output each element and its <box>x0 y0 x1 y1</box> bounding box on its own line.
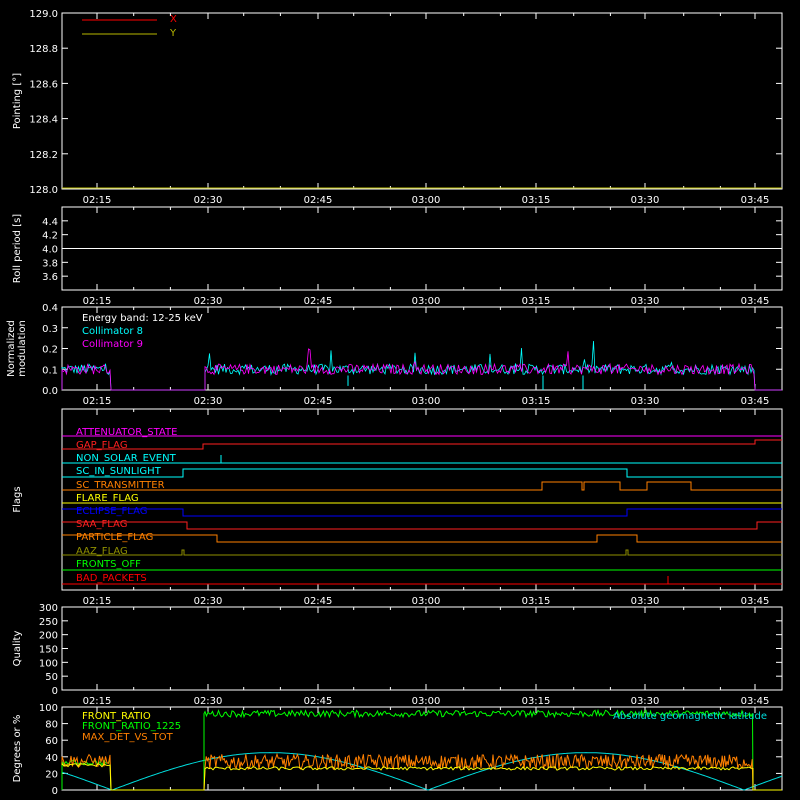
x-tick-label: 03:45 <box>741 696 770 707</box>
x-tick-label: 03:15 <box>522 195 551 206</box>
y-tick-label: 128.4 <box>29 115 58 126</box>
x-tick-label: 03:45 <box>741 195 770 206</box>
y-axis-label: Degrees or % <box>12 715 23 783</box>
y-tick-label: 4.0 <box>42 245 58 256</box>
flag-label-attenuator-state: ATTENUATOR_STATE <box>76 427 177 438</box>
flag-label-sc-in-sunlight: SC_IN_SUNLIGHT <box>76 466 162 477</box>
legend-max-det-vs-tot: MAX_DET_VS_TOT <box>82 732 174 743</box>
y-tick-label: 40 <box>45 753 58 764</box>
y-tick-label: 0 <box>52 686 58 697</box>
legend-collimator-8: Collimator 8 <box>82 326 143 337</box>
legend-y-label: Y <box>169 28 177 39</box>
x-tick-label: 02:15 <box>83 396 112 407</box>
y-tick-label: 20 <box>45 769 58 780</box>
energy-band-annotation: Energy band: 12-25 keV <box>82 313 203 324</box>
x-tick-label: 03:45 <box>741 396 770 407</box>
y-tick-label: 60 <box>45 736 58 747</box>
x-tick-label: 03:00 <box>412 696 441 707</box>
flag-label-fronts-off: FRONTS_OFF <box>76 559 141 570</box>
flag-label-flare-flag: FLARE_FLAG <box>76 493 139 504</box>
y-tick-label: 80 <box>45 720 58 731</box>
y-tick-label: 150 <box>39 645 58 656</box>
y-tick-label: 129.0 <box>29 9 58 20</box>
x-tick-label: 03:30 <box>631 596 660 607</box>
x-tick-label: 03:30 <box>631 296 660 307</box>
x-tick-label: 03:00 <box>412 396 441 407</box>
y-tick-label: 0 <box>52 786 58 797</box>
x-tick-label: 03:15 <box>522 296 551 307</box>
x-tick-label: 03:30 <box>631 195 660 206</box>
y-tick-label: 0.0 <box>42 386 58 397</box>
x-tick-label: 02:30 <box>194 296 223 307</box>
flag-label-non-solar-event: NON_SOLAR_EVENT <box>76 453 177 464</box>
y-axis-label-line-1: Normalized <box>6 320 17 377</box>
x-tick-label: 03:00 <box>412 195 441 206</box>
legend-x-label: X <box>170 14 177 25</box>
x-tick-label: 02:45 <box>304 596 333 607</box>
y-tick-label: 3.6 <box>42 272 58 283</box>
plot-canvas: 02:15 02:30 02:45 03:00 03:15 03:30 03:45 Point… <box>0 0 800 800</box>
x-tick-label: 03:45 <box>741 596 770 607</box>
x-tick-label: 02:45 <box>304 696 333 707</box>
y-tick-label: 3.8 <box>42 258 58 269</box>
x-tick-label: 02:15 <box>83 596 112 607</box>
x-tick-label: 02:45 <box>304 396 333 407</box>
x-tick-label: 03:00 <box>412 596 441 607</box>
y-axis-label: Flags <box>12 486 23 512</box>
x-tick-label: 02:15 <box>83 296 112 307</box>
x-tick-label: 02:30 <box>194 195 223 206</box>
y-tick-label: 200 <box>39 631 58 642</box>
x-tick-label: 02:45 <box>304 296 333 307</box>
x-tick-label: 03:15 <box>522 696 551 707</box>
flag-label-bad-packets: BAD_PACKETS <box>76 573 147 584</box>
flag-label-particle-flag: PARTICLE_FLAG <box>76 532 153 543</box>
y-axis-label-line-2: modulation <box>17 320 28 377</box>
y-tick-label: 4.2 <box>42 231 58 242</box>
y-axis-label: Roll period [s] <box>12 214 23 283</box>
flag-label-sc-transmitter: SC_TRANSMITTER <box>76 480 165 491</box>
legend-front-ratio-1225: FRONT_RATIO_1225 <box>82 721 181 732</box>
y-tick-label: 250 <box>39 617 58 628</box>
y-tick-label: 0.2 <box>42 345 58 356</box>
flag-label-eclipse-flag: ECLIPSE_FLAG <box>76 506 147 517</box>
x-tick-label: 03:30 <box>631 396 660 407</box>
x-tick-label: 03:15 <box>522 396 551 407</box>
y-tick-label: 300 <box>39 603 58 614</box>
y-tick-label: 128.2 <box>29 150 58 161</box>
y-tick-label: 128.8 <box>29 44 58 55</box>
flag-label-gap-flag: GAP_FLAG <box>76 440 128 451</box>
x-tick-label: 02:45 <box>304 195 333 206</box>
y-tick-label: 128.6 <box>29 79 58 90</box>
y-tick-label: 0.3 <box>42 324 58 335</box>
flag-label-saa-flag: SAA_FLAG <box>76 519 127 530</box>
y-axis-label: Normalizedmodulation <box>6 320 28 377</box>
y-axis-label: Quality <box>12 631 23 667</box>
y-tick-label: 0.4 <box>42 303 58 314</box>
y-tick-label: 100 <box>39 703 58 714</box>
y-tick-label: 4.4 <box>42 217 58 228</box>
y-tick-label: 100 <box>39 658 58 669</box>
x-tick-label: 02:15 <box>83 696 112 707</box>
x-tick-label: 02:30 <box>194 596 223 607</box>
flag-label-aaz-flag: AAZ_FLAG <box>76 546 128 557</box>
x-tick-label: 03:30 <box>631 696 660 707</box>
x-tick-label: 02:15 <box>83 195 112 206</box>
legend-collimator-9: Collimator 9 <box>82 339 143 350</box>
y-tick-label: 128.0 <box>29 185 58 196</box>
legend-geomag-latitude: Absolute geomagnetic latitude <box>613 711 767 722</box>
x-tick-label: 03:15 <box>522 596 551 607</box>
y-axis-label: Pointing [°] <box>12 73 23 129</box>
y-tick-label: 0.1 <box>42 365 58 376</box>
x-tick-label: 02:30 <box>194 396 223 407</box>
y-tick-label: 50 <box>45 672 58 683</box>
x-tick-label: 03:00 <box>412 296 441 307</box>
x-tick-label: 03:45 <box>741 296 770 307</box>
x-tick-label: 02:30 <box>194 696 223 707</box>
